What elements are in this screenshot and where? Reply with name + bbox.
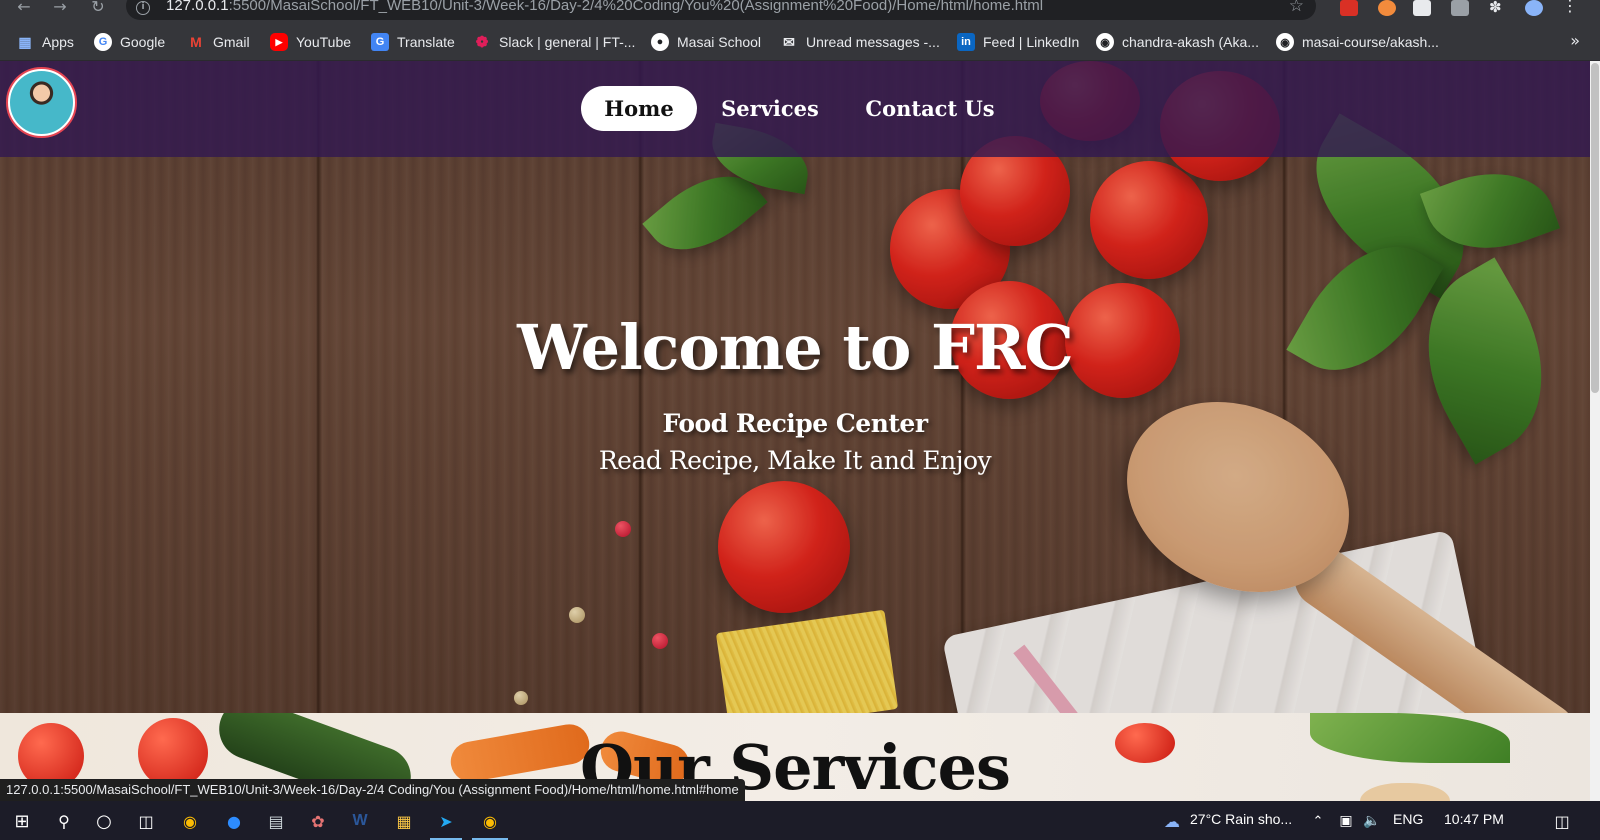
url-host: 127.0.0.1 bbox=[166, 0, 229, 14]
weather-text[interactable]: 27°C Rain sho... bbox=[1190, 811, 1292, 827]
bookmark-label: Masai School bbox=[677, 34, 762, 50]
bookmarks-bar: ▦ Apps G Google M Gmail ▶ YouTube G Tran… bbox=[0, 22, 1600, 61]
bookmark-label: Slack | general | FT-... bbox=[499, 34, 636, 50]
search-icon[interactable]: ⚲ bbox=[52, 809, 76, 833]
bookmark-label: chandra-akash (Aka... bbox=[1122, 34, 1259, 50]
bookmark-label: Translate bbox=[397, 34, 455, 50]
masai-icon: ● bbox=[651, 33, 669, 51]
youtube-icon: ▶ bbox=[270, 33, 288, 51]
url-text[interactable]: 127.0.0.1:5500/MasaiSchool/FT_WEB10/Unit… bbox=[166, 0, 1043, 14]
bookmark-translate[interactable]: G Translate bbox=[371, 31, 455, 53]
hero-overlay bbox=[0, 61, 1590, 713]
profile-avatar-icon[interactable] bbox=[1525, 0, 1543, 16]
github-icon: ◉ bbox=[1096, 33, 1114, 51]
linkedin-icon: in bbox=[957, 33, 975, 51]
bookmark-github-chandra[interactable]: ◉ chandra-akash (Aka... bbox=[1096, 31, 1259, 53]
bookmark-github-masai[interactable]: ◉ masai-course/akash... bbox=[1276, 31, 1439, 53]
messages-icon: ✉ bbox=[783, 33, 795, 50]
extension-icon[interactable] bbox=[1378, 0, 1396, 16]
bookmark-label: Feed | LinkedIn bbox=[983, 34, 1080, 50]
nav-home[interactable]: Home bbox=[581, 86, 697, 131]
address-bar[interactable]: i 127.0.0.1:5500/MasaiSchool/FT_WEB10/Un… bbox=[126, 0, 1316, 20]
google-icon: G bbox=[94, 33, 112, 51]
avatar[interactable] bbox=[8, 69, 75, 136]
hero-title: Welcome to FRC bbox=[517, 311, 1074, 384]
page-scrollbar[interactable] bbox=[1590, 61, 1600, 801]
file-explorer-icon[interactable]: ▦ bbox=[392, 809, 416, 833]
bookmark-google[interactable]: G Google bbox=[94, 31, 165, 53]
camera-extension-icon[interactable] bbox=[1451, 0, 1469, 16]
notepad-icon[interactable]: ▤ bbox=[264, 809, 288, 833]
bookmark-label: Apps bbox=[42, 34, 74, 50]
zoom-icon[interactable]: ● bbox=[222, 809, 246, 833]
chrome-icon[interactable]: ◉ bbox=[178, 809, 202, 833]
forward-icon[interactable]: → bbox=[50, 0, 70, 18]
adblock-extension-icon[interactable] bbox=[1340, 0, 1358, 16]
back-icon[interactable]: ← bbox=[14, 0, 34, 18]
bookmark-label: masai-course/akash... bbox=[1302, 34, 1439, 50]
hero-section: Welcome to FRC Food Recipe Center Read R… bbox=[0, 61, 1590, 801]
bookmark-unread-messages[interactable]: ✉ Unread messages -... bbox=[780, 31, 940, 53]
apps-grid-icon: ▦ bbox=[18, 33, 32, 50]
slack-icon: ❁ bbox=[475, 34, 489, 51]
task-view-icon[interactable]: ◫ bbox=[134, 809, 158, 833]
windows-start-icon[interactable]: ⊞ bbox=[10, 809, 34, 833]
site-info-icon[interactable]: i bbox=[136, 1, 150, 15]
nav-services[interactable]: Services bbox=[708, 86, 832, 131]
notifications-icon[interactable]: ◫ bbox=[1550, 809, 1574, 833]
bookmark-star-icon[interactable]: ☆ bbox=[1289, 0, 1304, 16]
vscode-icon[interactable]: ➤ bbox=[434, 809, 458, 833]
nav-contact-us[interactable]: Contact Us bbox=[855, 86, 1005, 131]
translate-icon: G bbox=[371, 33, 389, 51]
bookmark-masai-school[interactable]: ● Masai School bbox=[651, 31, 761, 53]
page-viewport: Welcome to FRC Food Recipe Center Read R… bbox=[0, 61, 1590, 801]
hero-subtitle: Food Recipe Center bbox=[662, 409, 928, 438]
reload-icon[interactable]: ↻ bbox=[88, 0, 108, 18]
taskbar: ⊞ ⚲ ○ ◫ ◉ ● ▤ ✿ W ▦ ➤ ◉ ☁ 27°C Rain sho.… bbox=[0, 801, 1600, 840]
chrome-active-icon[interactable]: ◉ bbox=[478, 809, 502, 833]
browser-toolbar: ← → ↻ i 127.0.0.1:5500/MasaiSchool/FT_WE… bbox=[0, 0, 1600, 22]
clock-time[interactable]: 10:47 PM bbox=[1444, 811, 1504, 827]
hero-tagline: Read Recipe, Make It and Enjoy bbox=[598, 446, 992, 475]
network-icon[interactable]: ▣ bbox=[1334, 809, 1358, 833]
weather-icon[interactable]: ☁ bbox=[1160, 809, 1184, 833]
paint-icon[interactable]: ✿ bbox=[306, 809, 330, 833]
scrollbar-thumb[interactable] bbox=[1591, 63, 1599, 393]
extensions-puzzle-icon[interactable]: ✽ bbox=[1489, 0, 1507, 16]
github-icon: ◉ bbox=[1276, 33, 1294, 51]
volume-icon[interactable]: 🔈 bbox=[1360, 809, 1384, 833]
cortana-icon[interactable]: ○ bbox=[92, 809, 116, 833]
word-icon[interactable]: W bbox=[348, 809, 372, 833]
bookmark-label: Gmail bbox=[213, 34, 250, 50]
extension-window-icon[interactable] bbox=[1413, 0, 1431, 16]
site-navbar: Home Services Contact Us bbox=[0, 61, 1590, 157]
bookmark-linkedin[interactable]: in Feed | LinkedIn bbox=[957, 31, 1079, 53]
browser-menu-icon[interactable]: ⋮ bbox=[1562, 0, 1580, 16]
bookmark-apps[interactable]: ▦ Apps bbox=[16, 31, 74, 53]
bookmark-label: YouTube bbox=[296, 34, 352, 50]
gmail-icon: M bbox=[190, 34, 202, 50]
url-path: :5500/MasaiSchool/FT_WEB10/Unit-3/Week-1… bbox=[228, 0, 1044, 14]
bookmark-slack[interactable]: ❁ Slack | general | FT-... bbox=[473, 31, 636, 53]
bookmark-youtube[interactable]: ▶ YouTube bbox=[270, 31, 351, 53]
more-bookmarks-icon[interactable]: » bbox=[1570, 31, 1580, 50]
bookmark-gmail[interactable]: M Gmail bbox=[187, 31, 250, 53]
tray-chevron-icon[interactable]: ⌃ bbox=[1306, 809, 1330, 833]
bookmark-label: Google bbox=[120, 34, 166, 50]
link-status-bubble: 127.0.0.1:5500/MasaiSchool/FT_WEB10/Unit… bbox=[0, 779, 745, 801]
bookmark-label: Unread messages -... bbox=[806, 34, 940, 50]
language-indicator[interactable]: ENG bbox=[1393, 811, 1423, 827]
